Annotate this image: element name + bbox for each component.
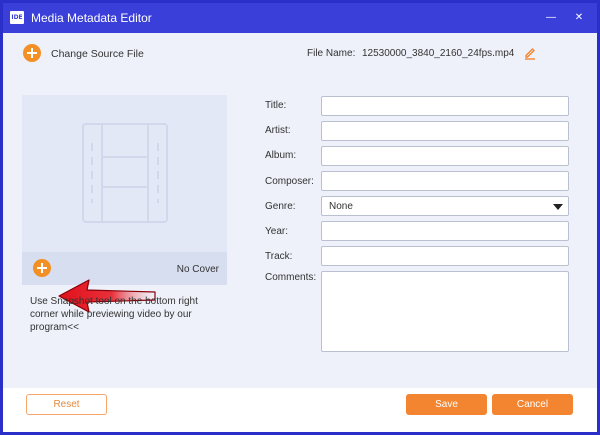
editor-content: Change Source File File Name: 12530000_3… [3,33,597,388]
window-title: Media Metadata Editor [31,11,152,25]
title-label: Title: [265,100,287,111]
save-button[interactable]: Save [406,394,487,415]
year-field[interactable] [321,221,569,241]
track-label: Track: [265,251,293,262]
no-cover-label: No Cover [176,264,219,275]
metadata-editor-window: IDE Media Metadata Editor — ✕ Change Sou… [3,3,597,432]
change-source-file-label: Change Source File [51,48,144,60]
year-label: Year: [265,226,288,237]
album-field[interactable] [321,146,569,166]
title-bar: IDE Media Metadata Editor — ✕ [3,3,597,33]
reset-button[interactable]: Reset [26,394,107,415]
file-name-value: 12530000_3840_2160_24fps.mp4 [362,48,515,59]
close-button[interactable]: ✕ [569,8,589,28]
genre-dropdown[interactable]: None [321,196,569,216]
comments-label: Comments: [265,272,317,283]
minimize-button[interactable]: — [541,8,561,28]
add-cover-button[interactable] [33,259,51,277]
cover-panel: No Cover [22,95,227,285]
file-name-label: File Name: [307,48,356,59]
artist-field[interactable] [321,121,569,141]
genre-selected-value: None [329,201,353,212]
genre-label: Genre: [265,201,296,212]
track-field[interactable] [321,246,569,266]
app-logo-icon: IDE [10,11,24,24]
film-strip-icon [82,123,168,223]
composer-field[interactable] [321,171,569,191]
plus-circle-icon [23,44,41,62]
cancel-button[interactable]: Cancel [492,394,573,415]
chevron-down-icon [553,204,563,210]
file-header: Change Source File File Name: 12530000_3… [3,33,597,73]
album-label: Album: [265,150,297,161]
change-source-file-button[interactable]: Change Source File [23,44,144,64]
title-field[interactable] [321,96,569,116]
pencil-icon[interactable] [523,46,537,60]
composer-label: Composer: [265,176,314,187]
artist-label: Artist: [265,125,291,136]
comments-field[interactable] [321,271,569,352]
snapshot-hint-text: Use Snapshot tool on the bottom right co… [30,296,198,333]
